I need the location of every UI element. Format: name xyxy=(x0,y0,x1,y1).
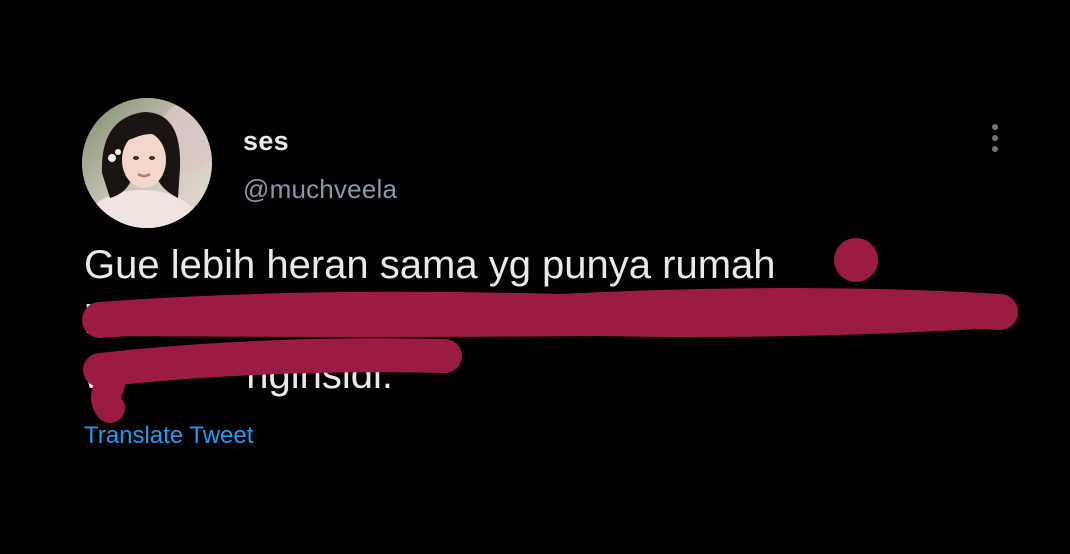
translate-tweet-link[interactable]: Translate Tweet xyxy=(84,420,253,452)
display-name[interactable]: ses xyxy=(243,124,289,158)
avatar-image xyxy=(82,98,212,228)
tweet-text-line: w nginsidi. xyxy=(84,353,394,397)
tweet-card[interactable]: ses @muchveela Gue lebih heran sama yg p… xyxy=(0,0,1070,554)
tweet-text-line: Gue lebih heran sama yg punya rumah xyxy=(84,243,776,287)
tweet-text-line: l xyxy=(84,298,93,342)
avatar[interactable] xyxy=(82,98,212,228)
tweet-text: Gue lebih heran sama yg punya rumah l w … xyxy=(84,238,1024,403)
more-options-button[interactable] xyxy=(980,118,1010,158)
user-handle[interactable]: @muchveela xyxy=(243,172,397,206)
